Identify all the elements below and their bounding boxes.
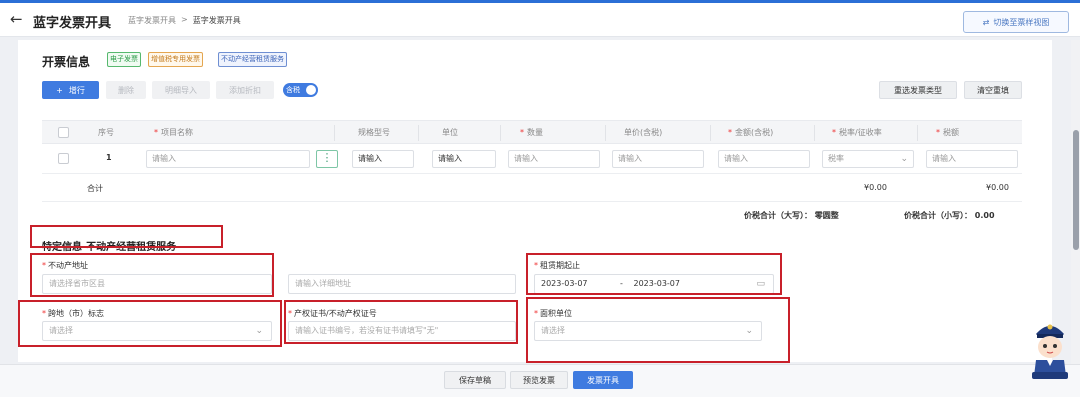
breadcrumb: 蓝字发票开具 > 蓝字发票开具: [128, 15, 241, 26]
add-row-button[interactable]: + 增行: [42, 81, 99, 99]
unit-input[interactable]: 请输入: [432, 150, 496, 168]
switch-icon: ⇄: [982, 17, 990, 27]
col-divider: [710, 125, 711, 141]
highlight-box: [526, 253, 782, 295]
breadcrumb-separator: >: [181, 15, 188, 24]
reselect-type-button[interactable]: 重选发票类型: [879, 81, 957, 99]
highlight-box: [526, 297, 790, 363]
breadcrumb-item[interactable]: 蓝字发票开具: [128, 15, 176, 26]
highlight-box: [30, 225, 223, 248]
select-all-checkbox[interactable]: [58, 127, 69, 138]
col-divider: [500, 125, 501, 141]
sum-amount: ¥0.00: [864, 183, 887, 192]
breadcrumb-current: 蓝字发票开具: [192, 16, 241, 25]
plus-icon: +: [56, 85, 63, 95]
import-detail-button[interactable]: 明细导入: [152, 81, 210, 99]
spec-input[interactable]: 请输入: [352, 150, 414, 168]
col-tax-rate: * 税率/征收率: [832, 128, 882, 137]
delete-button[interactable]: 删除: [106, 81, 146, 99]
item-name-input[interactable]: 请输入: [146, 150, 310, 168]
footer-bar: 保存草稿 预览发票 发票开具: [0, 364, 1080, 397]
section-title: 开票信息: [42, 55, 91, 69]
row-checkbox[interactable]: [58, 153, 69, 164]
tax-rate-placeholder: 税率: [828, 154, 844, 163]
col-tax: * 税额: [936, 128, 959, 137]
row-seq: 1: [106, 153, 112, 162]
highlight-box: [18, 300, 282, 347]
save-draft-button[interactable]: 保存草稿: [444, 371, 506, 389]
preview-invoice-button[interactable]: 预览发票: [510, 371, 568, 389]
highlight-box: [30, 253, 274, 297]
total-in-figures: 价税合计（小写）： 0.00: [904, 211, 995, 220]
clear-button[interactable]: 清空重填: [964, 81, 1022, 99]
unit-price-input[interactable]: 请输入: [612, 150, 704, 168]
sum-tax: ¥0.00: [986, 183, 1009, 192]
total-in-words: 价税合计（大写）： 零圆整: [744, 211, 839, 220]
tag-e-invoice: 电子发票: [107, 52, 141, 67]
scrollbar-thumb[interactable]: [1073, 130, 1079, 250]
issue-invoice-button[interactable]: 发票开具: [573, 371, 633, 389]
add-row-label: 增行: [68, 85, 85, 95]
item-picker-icon[interactable]: ⋮: [316, 150, 338, 168]
back-arrow-icon[interactable]: ←: [10, 10, 23, 28]
col-qty: * 数量: [520, 128, 543, 137]
col-divider: [418, 125, 419, 141]
col-divider: [917, 125, 918, 141]
tax-included-toggle[interactable]: 含税: [283, 83, 318, 97]
col-seq: 序号: [98, 128, 114, 137]
quantity-input[interactable]: 请输入: [508, 150, 600, 168]
address-detail-input[interactable]: 请输入详细地址: [288, 274, 516, 294]
col-spec: 规格型号: [358, 128, 390, 137]
tag-real-estate-lease: 不动产经营租赁服务: [218, 52, 287, 67]
col-divider: [814, 125, 815, 141]
tax-rate-select[interactable]: 税率 ⌄: [822, 150, 914, 168]
add-discount-button[interactable]: 添加折扣: [216, 81, 274, 99]
amount-input[interactable]: 请输入: [718, 150, 810, 168]
tag-vat-special: 增值税专用发票: [148, 52, 203, 67]
highlight-box: [284, 300, 518, 344]
tax-officer-mascot-icon: [1032, 324, 1068, 379]
table-header: 序号 * 项目名称 规格型号 单位 * 数量 单价(含税) * 金额(含税) * 税率/…: [42, 120, 1022, 144]
switch-view-label: 切换至票样视图: [993, 17, 1050, 27]
page-title: 蓝字发票开具: [33, 16, 112, 31]
col-item-name: * 项目名称: [154, 128, 193, 137]
col-divider: [605, 125, 606, 141]
col-amount: * 金额(含税): [728, 128, 774, 137]
chevron-down-icon: ⌄: [900, 154, 908, 164]
page-header: ← 蓝字发票开具 蓝字发票开具 > 蓝字发票开具 ⇄ 切换至票样视图: [0, 3, 1080, 37]
sum-label: 合计: [87, 184, 103, 193]
col-unit: 单位: [442, 128, 458, 137]
sum-row: 合计 ¥0.00 ¥0.00: [42, 174, 1022, 202]
col-divider: [334, 125, 335, 141]
table-row: 1 请输入 ⋮ 请输入 请输入 请输入 请输入 请输入 税率 ⌄ 请输入: [42, 144, 1022, 174]
col-unit-price: 单价(含税): [624, 128, 663, 137]
switch-view-button[interactable]: ⇄ 切换至票样视图: [963, 11, 1069, 33]
tax-input[interactable]: 请输入: [926, 150, 1018, 168]
